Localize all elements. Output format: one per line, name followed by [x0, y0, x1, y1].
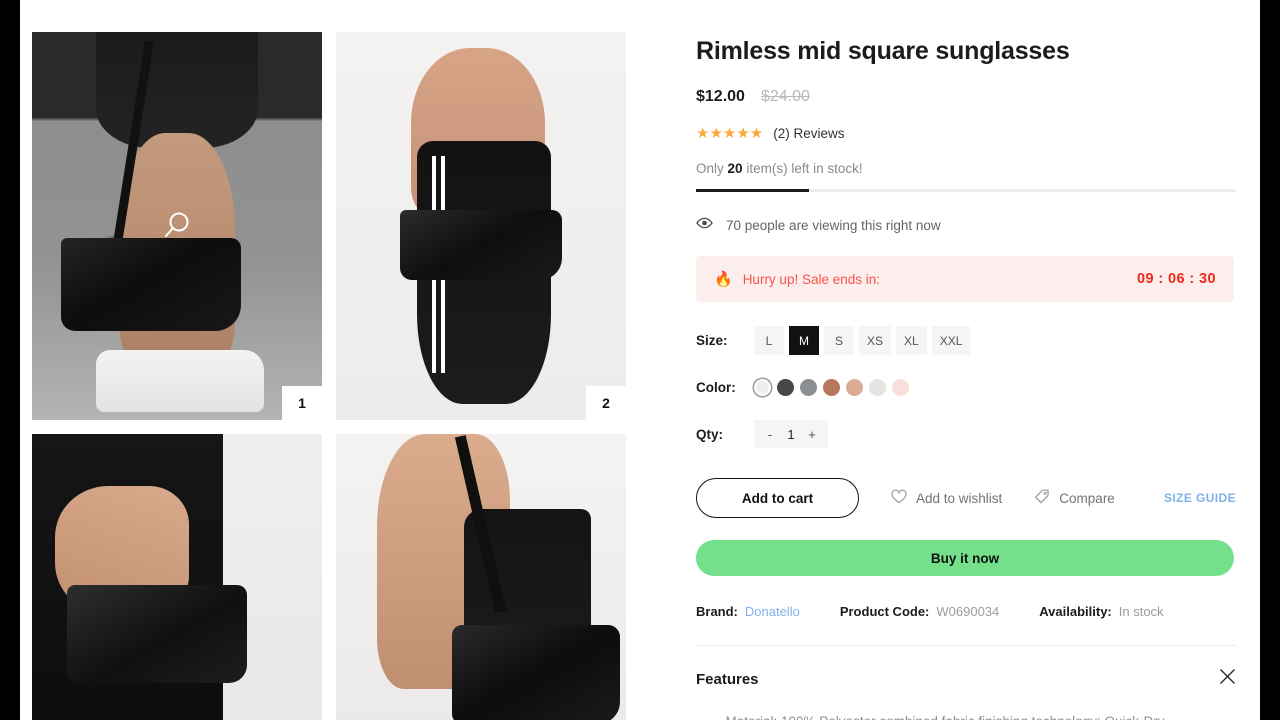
quantity-stepper[interactable]: - 1 + — [754, 420, 828, 448]
photo-detail — [452, 625, 621, 720]
gallery-image-1[interactable]: 1 — [32, 32, 322, 420]
brand-value[interactable]: Donatello — [745, 604, 800, 619]
photo-detail — [61, 237, 241, 331]
product-meta-row: Brand: Donatello Product Code: W0690034 … — [696, 604, 1236, 619]
viewers-text: 70 people are viewing this right now — [726, 217, 941, 233]
gallery-image-3[interactable] — [32, 434, 322, 720]
color-label: Color: — [696, 380, 736, 395]
feature-bullet: — — [696, 714, 710, 720]
current-price: $12.00 — [696, 88, 745, 105]
color-options — [754, 379, 909, 396]
stock-count: 20 — [727, 161, 743, 176]
buy-it-now-button[interactable]: Buy it now — [696, 540, 1234, 576]
stock-prefix: Only — [696, 161, 724, 176]
size-option-xxl[interactable]: XXL — [931, 326, 971, 355]
size-option-l[interactable]: L — [754, 326, 784, 355]
size-guide-link[interactable]: SIZE GUIDE — [1164, 491, 1236, 505]
photo-detail — [66, 584, 247, 684]
product-code-key: Product Code: — [839, 604, 930, 619]
feature-item: — Material: 100% Polyester combined fabri… — [696, 714, 1236, 720]
heart-icon — [891, 489, 907, 507]
product-gallery: 1 2 — [20, 0, 640, 720]
qty-increase-button[interactable]: + — [802, 427, 822, 442]
reviews-count-label[interactable]: (2) Reviews — [773, 126, 844, 141]
gallery-image-2[interactable]: 2 — [336, 32, 626, 420]
size-option-xs[interactable]: XS — [859, 326, 892, 355]
add-to-cart-button[interactable]: Add to cart — [696, 478, 859, 518]
size-label: Size: — [696, 333, 728, 348]
product-title: Rimless mid square sunglasses — [696, 37, 1070, 65]
color-option-charcoal[interactable] — [777, 379, 794, 396]
eye-icon — [696, 216, 713, 234]
close-icon[interactable] — [1219, 668, 1236, 690]
wishlist-label: Add to wishlist — [916, 490, 1003, 506]
original-price: $24.00 — [760, 88, 810, 105]
stock-progress-bar — [696, 189, 1236, 192]
size-option-xl[interactable]: XL — [896, 326, 927, 355]
add-to-wishlist-button[interactable]: Add to wishlist — [891, 489, 1002, 507]
feature-text: Material: 100% Polyester combined fabric… — [726, 714, 1165, 720]
product-page: 1 2 Rimless mid square sunglasses $12.00… — [20, 0, 1260, 720]
color-option-pale-pink[interactable] — [892, 379, 909, 396]
product-photo-3 — [32, 434, 322, 720]
availability-key: Availability: — [1039, 604, 1112, 619]
features-title: Features — [696, 670, 759, 688]
price-row: $12.00 $24.00 — [696, 88, 1236, 106]
size-option-m[interactable]: M — [789, 326, 819, 355]
color-option-terracotta[interactable] — [823, 379, 840, 396]
gallery-badge: 2 — [586, 386, 626, 420]
countdown-label: Hurry up! Sale ends in: — [742, 271, 881, 287]
size-selector-row: Size: L M S XS XL XXL — [696, 326, 1236, 355]
color-selector-row: Color: — [696, 379, 1236, 396]
rating-row[interactable]: ★★★★★ (2) Reviews — [696, 126, 1236, 141]
tag-icon — [1034, 489, 1050, 508]
size-options: L M S XS XL XXL — [754, 326, 971, 355]
features-header: Features — [696, 668, 1236, 690]
photo-detail — [399, 210, 563, 281]
photo-detail — [455, 435, 507, 613]
gallery-badge: 1 — [282, 386, 322, 420]
stock-progress-fill — [696, 189, 810, 192]
photo-detail — [110, 40, 154, 257]
compare-label: Compare — [1059, 490, 1115, 506]
product-code-value: W0690034 — [936, 604, 1000, 619]
color-option-tan[interactable] — [846, 379, 863, 396]
countdown-timer: 09 : 06 : 30 — [1137, 271, 1216, 287]
compare-button[interactable]: Compare — [1034, 489, 1115, 508]
brand-group: Brand: Donatello — [696, 604, 800, 619]
qty-value[interactable]: 1 — [780, 427, 802, 442]
qty-label: Qty: — [696, 426, 723, 442]
features-list: — Material: 100% Polyester combined fabri… — [696, 714, 1236, 720]
stock-status-text: Only 20 item(s) left in stock! — [696, 161, 1236, 176]
qty-decrease-button[interactable]: - — [760, 427, 780, 442]
color-option-white[interactable] — [754, 379, 771, 396]
star-rating-icon: ★★★★★ — [696, 125, 764, 142]
section-divider — [696, 645, 1236, 646]
product-code-group: Product Code: W0690034 — [840, 604, 999, 619]
fire-icon: 🔥 — [714, 270, 733, 288]
product-photo-4 — [336, 434, 626, 720]
screenshot-viewport: 1 2 Rimless mid square sunglasses $12.00… — [0, 0, 1280, 720]
photo-detail — [95, 350, 264, 413]
countdown-label-group: 🔥 Hurry up! Sale ends in: — [714, 272, 880, 287]
stock-suffix: item(s) left in stock! — [746, 161, 863, 176]
product-details: Rimless mid square sunglasses $12.00 $24… — [640, 0, 1260, 720]
product-photo-2 — [336, 32, 626, 420]
color-option-gray[interactable] — [800, 379, 817, 396]
size-option-s[interactable]: S — [824, 326, 854, 355]
quantity-row: Qty: - 1 + — [696, 420, 1236, 448]
brand-key: Brand: — [696, 604, 738, 619]
gallery-image-4[interactable] — [336, 434, 626, 720]
live-viewers-row: 70 people are viewing this right now — [696, 216, 1236, 234]
color-option-off-white[interactable] — [869, 379, 886, 396]
sale-countdown-banner: 🔥 Hurry up! Sale ends in: 09 : 06 : 30 — [696, 256, 1234, 302]
primary-actions-row: Add to cart Add to wishlist Compare SIZE… — [696, 478, 1236, 518]
availability-value: In stock — [1118, 604, 1164, 619]
magnifier-icon[interactable] — [160, 209, 194, 243]
availability-group: Availability: In stock — [1039, 604, 1163, 619]
